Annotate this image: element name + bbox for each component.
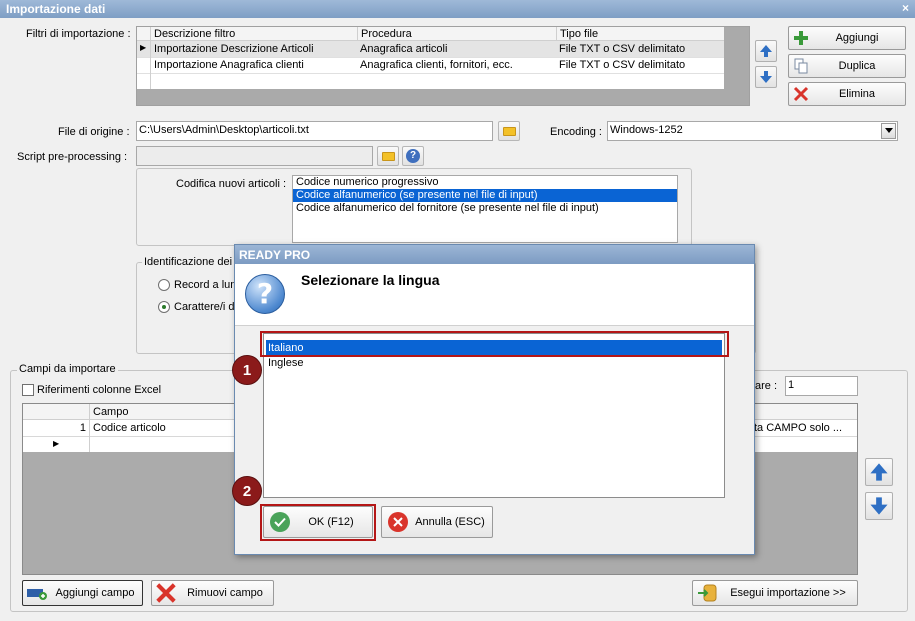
window-titlebar: Importazione dati ×	[0, 0, 915, 18]
aggiungi-button[interactable]: Aggiungi	[788, 26, 906, 50]
browse-script-button[interactable]	[377, 146, 399, 166]
help-icon: ?	[406, 149, 420, 163]
language-option-inglese[interactable]: Inglese	[266, 356, 722, 370]
add-field-icon	[27, 589, 47, 600]
table-row[interactable]	[137, 73, 724, 89]
folder-icon	[381, 151, 395, 161]
row-2-procedura: Anagrafica clienti, fornitori, ecc.	[360, 59, 513, 71]
highlight-box-2	[260, 504, 376, 541]
record-radio-label: Record a lun	[174, 279, 237, 291]
folder-icon	[502, 126, 516, 136]
chevron-down-icon[interactable]	[881, 123, 896, 139]
file-origine-label: File di origine :	[58, 126, 130, 138]
delete-x-icon	[793, 86, 809, 102]
row-1-procedura: Anagrafica articoli	[360, 43, 448, 55]
esegui-importazione-label: Esegui importazione >>	[730, 587, 846, 599]
arrow-up-icon	[760, 45, 772, 57]
row-indicator-divider	[89, 404, 90, 452]
plus-icon	[794, 31, 808, 45]
carattere-radio[interactable]: Carattere/i d	[158, 301, 235, 313]
rimuovi-campo-label: Rimuovi campo	[187, 587, 263, 599]
row-indicator-divider	[150, 27, 151, 89]
campi-row-number: 1	[79, 422, 86, 434]
checkbox-icon	[22, 384, 34, 396]
current-row-icon: ▶	[140, 43, 147, 52]
move-up-button[interactable]	[755, 40, 777, 62]
filters-table[interactable]: Descrizione filtro Procedura Tipo file ▶…	[136, 26, 750, 106]
esegui-importazione-button[interactable]: Esegui importazione >>	[692, 580, 858, 606]
record-radio[interactable]: Record a lun	[158, 279, 236, 291]
move-down-button[interactable]	[755, 66, 777, 88]
filters-label: Filtri di importazione :	[26, 28, 131, 40]
campi-legend: Campi da importare	[17, 363, 118, 375]
row-2-tipo-file: File TXT o CSV delimitato	[559, 59, 686, 71]
duplicate-icon	[794, 58, 808, 74]
new-row-icon: ▶	[53, 439, 60, 448]
file-origine-input[interactable]: C:\Users\Admin\Desktop\articoli.txt	[136, 121, 493, 141]
duplica-label: Duplica	[838, 60, 876, 72]
column-header-tipo-file[interactable]: Tipo file	[556, 27, 724, 41]
script-input[interactable]	[136, 146, 373, 166]
language-dialog: READY PRO ? Selezionare la lingua Italia…	[234, 244, 755, 555]
aggiungi-label: Aggiungi	[835, 32, 879, 44]
codifica-option-2[interactable]: Codice alfanumerico del fornitore (se pr…	[293, 202, 677, 215]
encoding-label: Encoding :	[550, 126, 602, 138]
codifica-label: Codifica nuovi articoli :	[176, 178, 287, 190]
annulla-button[interactable]: Annulla (ESC)	[381, 506, 493, 538]
radio-checked-icon	[158, 301, 170, 313]
radio-icon	[158, 279, 170, 291]
campo-up-button[interactable]	[865, 458, 893, 486]
dialog-header: ? Selezionare la lingua	[235, 264, 754, 326]
codifica-option-0[interactable]: Codice numerico progressivo	[293, 176, 677, 189]
encoding-value: Windows-1252	[610, 124, 683, 136]
row-1-tipo-file: File TXT o CSV delimitato	[559, 43, 686, 55]
riferimenti-checkbox[interactable]: Riferimenti colonne Excel	[22, 384, 161, 396]
codifica-list[interactable]: Codice numerico progressivo Codice alfan…	[292, 175, 678, 243]
elimina-button[interactable]: Elimina	[788, 82, 906, 106]
duplica-button[interactable]: Duplica	[788, 54, 906, 78]
aggiungi-campo-button[interactable]: Aggiungi campo	[22, 580, 143, 606]
remove-x-icon	[156, 583, 176, 603]
identificazione-legend: Identificazione dei	[142, 256, 235, 268]
dialog-heading: Selezionare la lingua	[301, 272, 440, 288]
carattere-radio-label: Carattere/i d	[174, 301, 235, 313]
dialog-title: READY PRO	[235, 245, 754, 264]
highlight-box-1	[260, 331, 729, 357]
import-icon	[698, 584, 717, 602]
annulla-label: Annulla (ESC)	[415, 516, 485, 528]
campi-right-label: are :	[755, 380, 778, 392]
step-marker-2: 2	[232, 476, 262, 506]
arrow-down-icon	[760, 71, 772, 83]
language-list[interactable]: Italiano Inglese	[263, 333, 725, 498]
script-label: Script pre-processing :	[17, 151, 128, 163]
campo-down-button[interactable]	[865, 492, 893, 520]
campi-row-note: ta CAMPO solo ...	[754, 422, 843, 434]
column-header-procedura[interactable]: Procedura	[357, 27, 557, 41]
campi-right-input[interactable]: 1	[785, 376, 858, 396]
step-marker-1: 1	[232, 355, 262, 385]
codifica-option-1[interactable]: Codice alfanumerico (se presente nel fil…	[293, 189, 677, 202]
encoding-select[interactable]: Windows-1252	[607, 121, 898, 141]
row-2-descrizione: Importazione Anagrafica clienti	[154, 59, 304, 71]
campi-row-campo: Codice articolo	[93, 422, 166, 434]
arrow-up-icon	[870, 463, 888, 481]
elimina-label: Elimina	[838, 88, 876, 100]
column-header-campo[interactable]: Campo	[90, 405, 131, 419]
rimuovi-campo-button[interactable]: Rimuovi campo	[151, 580, 274, 606]
close-icon[interactable]: ×	[902, 1, 909, 15]
script-help-button[interactable]: ?	[402, 146, 424, 166]
row-1-descrizione: Importazione Descrizione Articoli	[154, 43, 314, 55]
question-icon: ?	[245, 274, 285, 314]
browse-file-button[interactable]	[498, 121, 520, 141]
aggiungi-campo-label: Aggiungi campo	[55, 587, 135, 599]
riferimenti-label: Riferimenti colonne Excel	[37, 384, 162, 396]
window-title: Importazione dati	[6, 2, 106, 16]
cancel-x-icon	[388, 512, 408, 532]
column-header-descrizione[interactable]: Descrizione filtro	[151, 27, 357, 41]
arrow-down-icon	[870, 497, 888, 515]
